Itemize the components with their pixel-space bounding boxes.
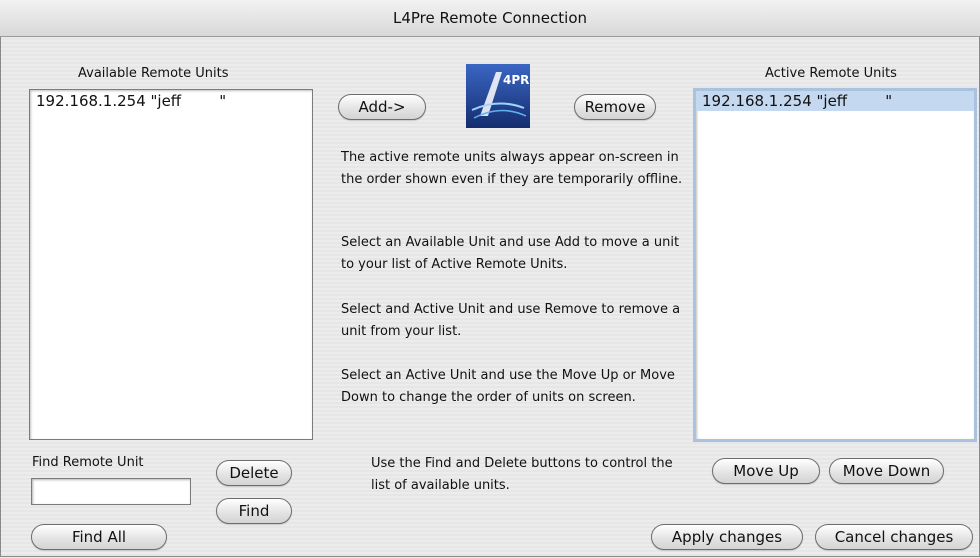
window-title: L4Pre Remote Connection <box>0 0 980 37</box>
move-down-button[interactable]: Move Down <box>829 458 944 484</box>
find-button[interactable]: Find <box>216 498 292 524</box>
help-text-1: The active remote units always appear on… <box>341 150 683 187</box>
delete-button[interactable]: Delete <box>216 460 292 486</box>
move-up-button[interactable]: Move Up <box>712 458 820 484</box>
apply-changes-button[interactable]: Apply changes <box>651 524 803 550</box>
help-text-5: Use the Find and Delete buttons to contr… <box>371 456 673 493</box>
active-units-list[interactable]: 192.168.1.254 "jeff " <box>693 88 977 442</box>
l4pre-logo-icon: 4PRE <box>466 64 530 128</box>
find-all-button[interactable]: Find All <box>31 524 167 550</box>
find-remote-unit-label: Find Remote Unit <box>32 455 144 470</box>
available-units-heading: Available Remote Units <box>78 66 229 81</box>
add-button[interactable]: Add-> <box>338 94 426 120</box>
active-units-heading: Active Remote Units <box>765 66 897 81</box>
help-text-3: Select and Active Unit and use Remove to… <box>341 302 681 339</box>
available-unit-item[interactable]: 192.168.1.254 "jeff " <box>30 90 312 110</box>
find-remote-unit-input[interactable] <box>31 478 191 505</box>
logo-text: 4PRE <box>503 73 530 87</box>
available-units-list[interactable]: 192.168.1.254 "jeff " <box>29 89 313 440</box>
remove-button[interactable]: Remove <box>574 94 656 120</box>
cancel-changes-button[interactable]: Cancel changes <box>815 524 973 550</box>
help-text-2: Select an Available Unit and use Add to … <box>341 235 680 272</box>
help-text-4: Select an Active Unit and use the Move U… <box>341 368 675 405</box>
active-unit-item[interactable]: 192.168.1.254 "jeff " <box>696 91 974 111</box>
